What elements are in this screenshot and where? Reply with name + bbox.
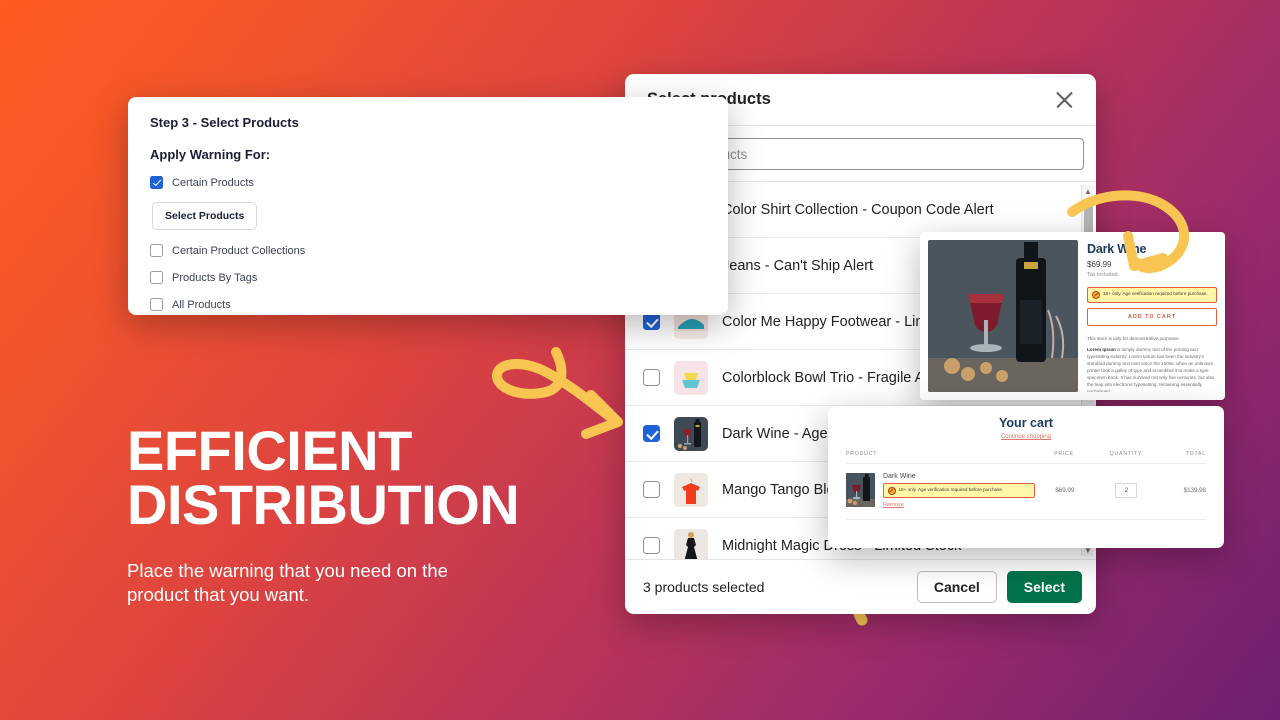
product-name: Jeans - Can't Ship Alert <box>722 257 874 274</box>
row-checkbox[interactable] <box>643 313 660 330</box>
cart-total: $139.98 <box>1183 487 1206 494</box>
footer-buttons: Cancel Select <box>916 571 1082 603</box>
cart-price: $69.99 <box>1055 487 1075 494</box>
product-description: Lorem Ipsum is simply dummy text of the … <box>1087 346 1217 392</box>
select-button[interactable]: Select <box>1006 571 1082 603</box>
step-title: Step 3 - Select Products <box>150 115 299 130</box>
option-checkbox[interactable] <box>150 176 163 189</box>
cart-quantity-cell: 2 <box>1095 483 1159 498</box>
apply-warning-label: Apply Warning For: <box>150 147 271 162</box>
status-badge: 18+ only. Age verification required befo… <box>1087 286 1217 303</box>
hero-title-line1: EFFICIENT <box>127 419 412 482</box>
option-label: Certain Products <box>172 176 254 189</box>
warning-text: 18+ only. Age verification required befo… <box>1103 290 1208 296</box>
no-entry-icon <box>1092 290 1100 299</box>
column-price: PRICE <box>1054 451 1074 457</box>
column-product: PRODUCT <box>846 451 878 457</box>
cart-card: Your cart Continue shopping PRODUCT PRIC… <box>828 406 1224 548</box>
row-checkbox[interactable] <box>643 425 660 442</box>
product-detail-card: Dark Wine $69.99 Tax included. 18+ only.… <box>920 232 1225 400</box>
no-entry-icon <box>887 486 896 495</box>
product-image <box>928 240 1078 392</box>
product-name: Color Shirt Collection - Coupon Code Ale… <box>722 201 994 218</box>
hero-title: EFFICIENT DISTRIBUTION <box>127 419 647 536</box>
product-thumbnail <box>674 360 708 395</box>
product-thumbnail <box>674 416 708 451</box>
curly-arrow-right-icon <box>492 347 623 439</box>
selected-count: 3 products selected <box>643 579 765 595</box>
scroll-up-icon[interactable]: ▲ <box>1082 185 1094 197</box>
hero-title-line2: DISTRIBUTION <box>127 472 520 536</box>
option-checkbox[interactable] <box>150 244 163 257</box>
option-checkbox[interactable] <box>150 298 163 311</box>
row-checkbox[interactable] <box>643 369 660 386</box>
cart-product-cell: Dark Wine 18+ only. Age verification req… <box>846 473 1035 508</box>
store-note: This store is only for demonstrative pur… <box>1087 335 1180 341</box>
option-label: All Products <box>172 298 231 311</box>
tax-note: Tax included. <box>1087 271 1120 278</box>
continue-shopping-link[interactable]: Continue shopping <box>846 434 1206 440</box>
product-thumbnail <box>674 528 708 559</box>
option-products-by-tags[interactable]: Products By Tags <box>150 271 706 284</box>
product-name: Colorblock Bowl Trio - Fragile Alert <box>722 369 945 386</box>
option-certain-products[interactable]: Certain Products <box>150 176 706 189</box>
option-certain-collections[interactable]: Certain Product Collections <box>150 244 706 257</box>
row-checkbox[interactable] <box>643 481 660 498</box>
option-checkbox[interactable] <box>150 271 163 284</box>
product-info: Dark Wine $69.99 Tax included. 18+ only.… <box>1087 240 1217 392</box>
cart-table-header: PRODUCT PRICE QUANTITY TOTAL <box>846 451 1206 464</box>
remove-link[interactable]: Remove <box>883 502 1035 508</box>
product-thumbnail <box>674 472 708 507</box>
lorem-lead: Lorem Ipsum <box>1087 346 1116 352</box>
quantity-stepper[interactable]: 2 <box>1115 483 1138 498</box>
cart-thumbnail <box>846 473 875 507</box>
option-all-products[interactable]: All Products <box>150 298 706 311</box>
step-card: Step 3 - Select Products Apply Warning F… <box>128 97 728 315</box>
modal-footer: 3 products selected Cancel Select <box>625 559 1096 614</box>
option-label: Certain Product Collections <box>172 244 306 257</box>
hero-subtitle: Place the warning that you need on the p… <box>127 559 448 606</box>
cart-product-info: Dark Wine 18+ only. Age verification req… <box>883 473 1035 508</box>
warning-text: 18+ only. Age verification required befo… <box>898 486 1004 492</box>
lorem-body: is simply dummy text of the printing and… <box>1087 346 1215 392</box>
cart-product-name: Dark Wine <box>883 473 916 480</box>
product-title: Dark Wine <box>1087 242 1147 256</box>
column-total: TOTAL <box>1185 451 1206 457</box>
table-row: Dark Wine 18+ only. Age verification req… <box>846 464 1206 520</box>
cancel-button[interactable]: Cancel <box>916 571 997 603</box>
add-to-cart-button[interactable]: ADD TO CART <box>1087 307 1217 326</box>
cart-title: Your cart <box>999 416 1053 430</box>
option-label: Products By Tags <box>172 271 258 284</box>
column-quantity: QUANTITY <box>1109 451 1143 457</box>
close-icon[interactable] <box>1052 87 1078 113</box>
product-price: $69.99 <box>1087 260 1112 269</box>
status-badge: 18+ only. Age verification required befo… <box>883 483 1035 498</box>
select-products-button[interactable]: Select Products <box>152 202 258 230</box>
row-checkbox[interactable] <box>643 537 660 554</box>
hero-block: EFFICIENT DISTRIBUTION Place the warning… <box>127 419 647 608</box>
